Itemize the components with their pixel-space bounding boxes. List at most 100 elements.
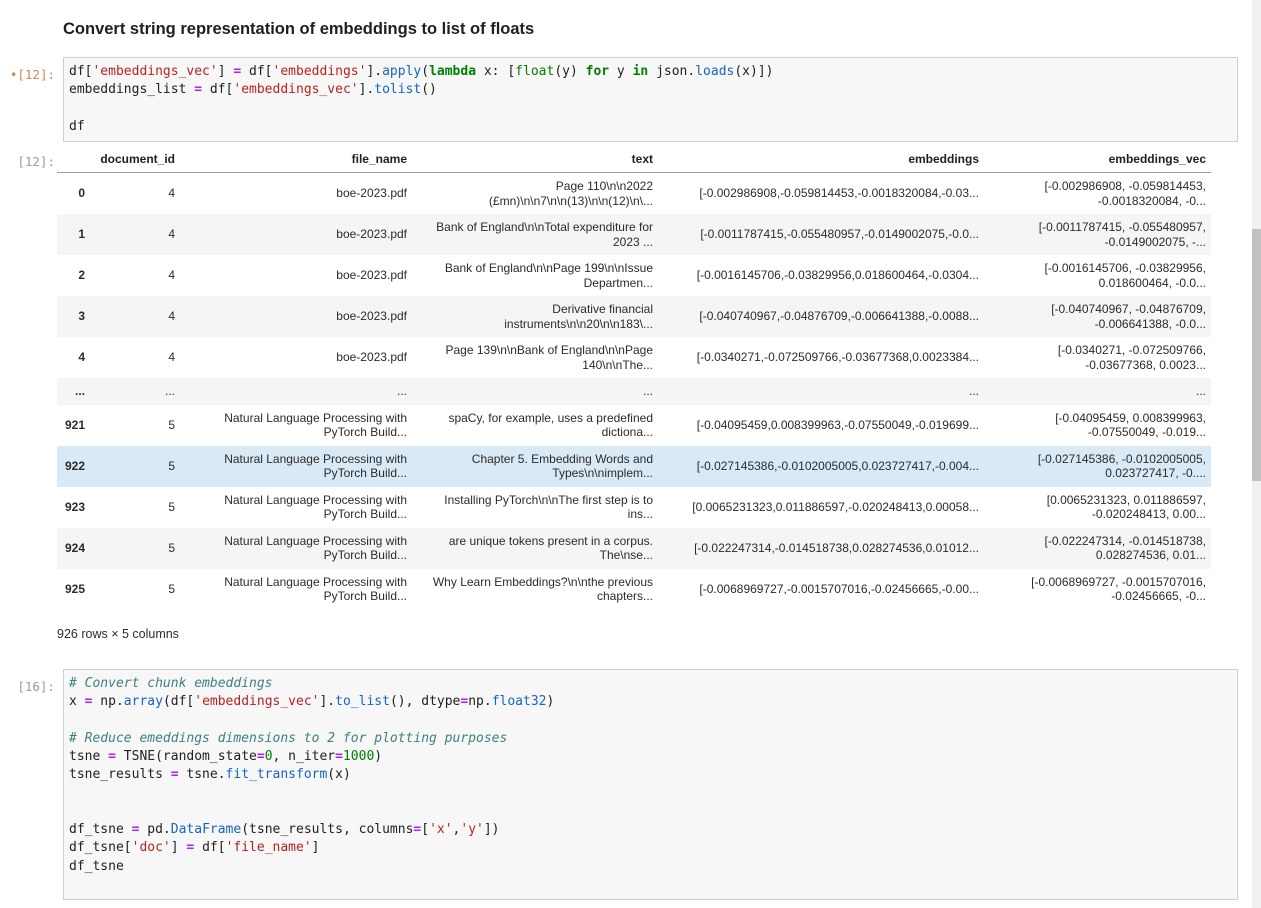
code-line xyxy=(69,876,1232,894)
code-line: x = np.array(df['embeddings_vec'].to_lis… xyxy=(69,693,1232,711)
code-line: tsne = TSNE(random_state=0, n_iter=1000) xyxy=(69,748,1232,766)
table-cell: [-0.022247314, -0.014518738, 0.028274536… xyxy=(984,528,1211,569)
row-index: 922 xyxy=(57,446,90,487)
table-cell: 5 xyxy=(90,446,180,487)
row-index: 923 xyxy=(57,487,90,528)
code-cell-12: •[12]: df['embeddings_vec'] = df['embedd… xyxy=(0,57,1261,142)
row-index: ... xyxy=(57,378,90,405)
table-cell: [-0.040740967, -0.04876709, -0.006641388… xyxy=(984,296,1211,337)
table-row: 9245Natural Language Processing with PyT… xyxy=(57,528,1211,569)
table-row: 24boe-2023.pdfBank of England\n\nPage 19… xyxy=(57,255,1211,296)
table-cell: Why Learn Embeddings?\n\nthe previous ch… xyxy=(412,569,658,610)
vertical-scrollbar-thumb[interactable] xyxy=(1252,229,1261,481)
table-cell: 4 xyxy=(90,296,180,337)
table-cell: spaCy, for example, uses a predefined di… xyxy=(412,405,658,446)
row-index: 925 xyxy=(57,569,90,610)
row-index: 1 xyxy=(57,214,90,255)
dataframe-output: document_idfile_nametextembeddingsembedd… xyxy=(57,148,1211,641)
table-cell: Natural Language Processing with PyTorch… xyxy=(180,569,412,610)
table-cell: [-0.04095459, 0.008399963, -0.07550049, … xyxy=(984,405,1211,446)
table-cell: [-0.0016145706,-0.03829956,0.018600464,-… xyxy=(658,255,984,296)
code-line: df_tsne = pd.DataFrame(tsne_results, col… xyxy=(69,821,1232,839)
table-cell: [-0.0011787415,-0.055480957,-0.014900207… xyxy=(658,214,984,255)
table-cell: 5 xyxy=(90,528,180,569)
code-line: # Reduce emeddings dimensions to 2 for p… xyxy=(69,730,1232,748)
table-cell: Installing PyTorch\n\nThe first step is … xyxy=(412,487,658,528)
table-cell: Bank of England\n\nTotal expenditure for… xyxy=(412,214,658,255)
table-row: 44boe-2023.pdfPage 139\n\nBank of Englan… xyxy=(57,337,1211,378)
code-line: df_tsne xyxy=(69,858,1232,876)
table-cell: [-0.002986908,-0.059814453,-0.0018320084… xyxy=(658,173,984,215)
table-row: 9215Natural Language Processing with PyT… xyxy=(57,405,1211,446)
table-cell: Chapter 5. Embedding Words and Types\n\n… xyxy=(412,446,658,487)
row-index: 924 xyxy=(57,528,90,569)
row-index: 4 xyxy=(57,337,90,378)
code-line: tsne_results = tsne.fit_transform(x) xyxy=(69,766,1232,784)
table-cell: Natural Language Processing with PyTorch… xyxy=(180,528,412,569)
column-header xyxy=(57,148,90,173)
dataframe-table: document_idfile_nametextembeddingsembedd… xyxy=(57,148,1211,610)
column-header: document_id xyxy=(90,148,180,173)
code-cell-16: [16]: # Convert chunk embeddingsx = np.a… xyxy=(0,669,1261,901)
table-cell: [0.0065231323,0.011886597,-0.020248413,0… xyxy=(658,487,984,528)
table-cell: [-0.0016145706, -0.03829956, 0.018600464… xyxy=(984,255,1211,296)
table-row: 04boe-2023.pdfPage 110\n\n2022 (£mn)\n\n… xyxy=(57,173,1211,215)
code-line xyxy=(69,784,1232,802)
table-cell: [-0.0068969727, -0.0015707016, -0.024566… xyxy=(984,569,1211,610)
table-cell: ... xyxy=(984,378,1211,405)
table-cell: [-0.027145386,-0.0102005005,0.023727417,… xyxy=(658,446,984,487)
table-cell: 4 xyxy=(90,337,180,378)
table-row: 9235Natural Language Processing with PyT… xyxy=(57,487,1211,528)
table-cell: are unique tokens present in a corpus. T… xyxy=(412,528,658,569)
table-cell: [-0.027145386, -0.0102005005, 0.02372741… xyxy=(984,446,1211,487)
table-cell: 4 xyxy=(90,173,180,215)
table-cell: boe-2023.pdf xyxy=(180,173,412,215)
code-editor-12[interactable]: df['embeddings_vec'] = df['embeddings'].… xyxy=(63,57,1238,142)
code-line: df['embeddings_vec'] = df['embeddings'].… xyxy=(69,63,1232,81)
table-cell: 5 xyxy=(90,405,180,446)
column-header: embeddings xyxy=(658,148,984,173)
table-cell: [-0.040740967,-0.04876709,-0.006641388,-… xyxy=(658,296,984,337)
code-line: embeddings_list = df['embeddings_vec'].t… xyxy=(69,81,1232,99)
table-cell: ... xyxy=(412,378,658,405)
table-cell: 5 xyxy=(90,569,180,610)
table-cell: 4 xyxy=(90,214,180,255)
code-editor-16[interactable]: # Convert chunk embeddingsx = np.array(d… xyxy=(63,669,1238,901)
table-cell: [-0.04095459,0.008399963,-0.07550049,-0.… xyxy=(658,405,984,446)
code-line xyxy=(69,100,1232,118)
markdown-heading: Convert string representation of embeddi… xyxy=(0,0,1261,39)
column-header: text xyxy=(412,148,658,173)
column-header: file_name xyxy=(180,148,412,173)
code-line: df xyxy=(69,118,1232,136)
table-cell: boe-2023.pdf xyxy=(180,255,412,296)
table-cell: [0.0065231323, 0.011886597, -0.020248413… xyxy=(984,487,1211,528)
row-index: 3 xyxy=(57,296,90,337)
table-cell: ... xyxy=(180,378,412,405)
table-cell: Bank of England\n\nPage 199\n\nIssue Dep… xyxy=(412,255,658,296)
code-line: # Convert chunk embeddings xyxy=(69,675,1232,693)
code-line xyxy=(69,803,1232,821)
table-cell: [-0.002986908, -0.059814453, -0.00183200… xyxy=(984,173,1211,215)
table-cell: Natural Language Processing with PyTorch… xyxy=(180,446,412,487)
row-index: 0 xyxy=(57,173,90,215)
input-prompt-12: •[12]: xyxy=(0,57,63,83)
table-row: 9225Natural Language Processing with PyT… xyxy=(57,446,1211,487)
notebook-area: Convert string representation of embeddi… xyxy=(0,0,1261,900)
code-line xyxy=(69,711,1232,729)
table-cell: [-0.0068969727,-0.0015707016,-0.02456665… xyxy=(658,569,984,610)
table-row: 9255Natural Language Processing with PyT… xyxy=(57,569,1211,610)
table-cell: 5 xyxy=(90,487,180,528)
table-cell: Natural Language Processing with PyTorch… xyxy=(180,405,412,446)
row-index: 2 xyxy=(57,255,90,296)
table-header-row: document_idfile_nametextembeddingsembedd… xyxy=(57,148,1211,173)
table-cell: [-0.0011787415, -0.055480957, -0.0149002… xyxy=(984,214,1211,255)
vertical-scrollbar-track[interactable] xyxy=(1252,0,1261,908)
table-cell: ... xyxy=(658,378,984,405)
table-cell: ... xyxy=(90,378,180,405)
table-cell: 4 xyxy=(90,255,180,296)
table-cell: [-0.022247314,-0.014518738,0.028274536,0… xyxy=(658,528,984,569)
table-cell: Derivative financial instruments\n\n20\n… xyxy=(412,296,658,337)
input-prompt-16: [16]: xyxy=(0,669,63,695)
column-header: embeddings_vec xyxy=(984,148,1211,173)
table-cell: boe-2023.pdf xyxy=(180,337,412,378)
